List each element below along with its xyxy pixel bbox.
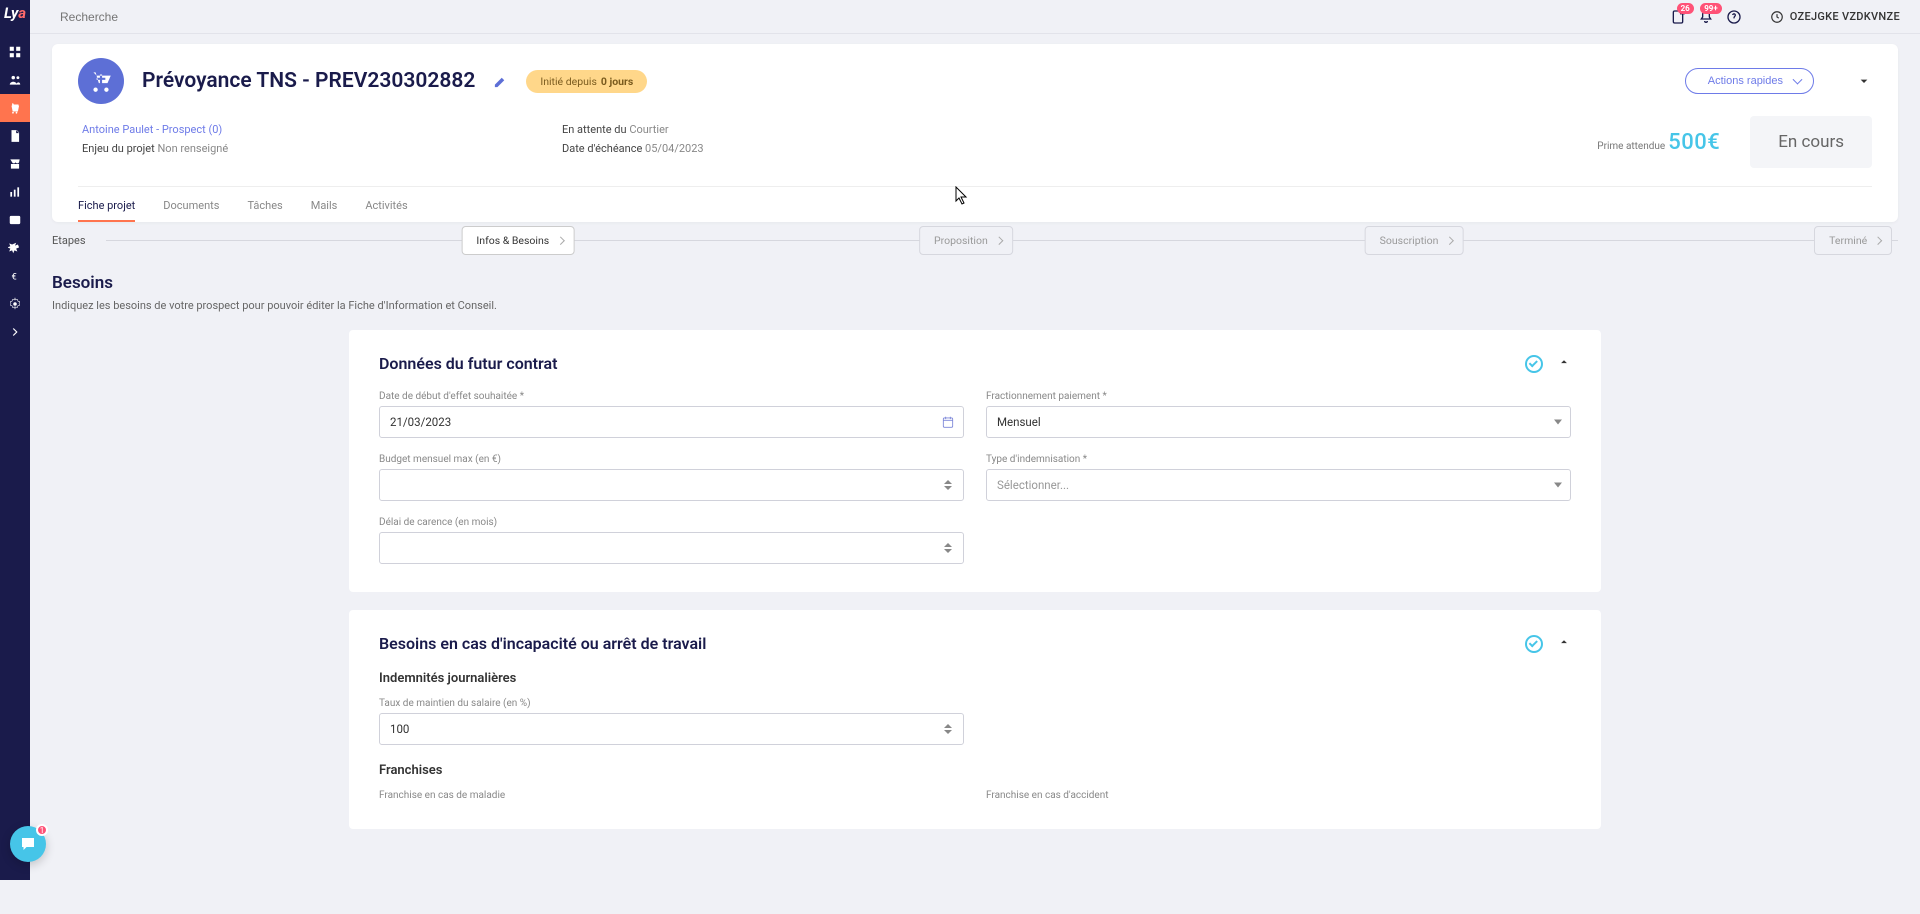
nav-settings[interactable] (0, 290, 30, 318)
taux-label: Taux de maintien du salaire (en %) (379, 698, 964, 709)
initiated-pill: Initié depuis 0 jours (526, 70, 647, 93)
nav-tools[interactable] (0, 234, 30, 262)
nav-store[interactable] (0, 150, 30, 178)
check-circle-icon (1525, 355, 1543, 373)
nav-documents[interactable] (0, 122, 30, 150)
chevron-down-icon (1554, 420, 1562, 425)
chevron-up-icon[interactable] (1557, 355, 1571, 372)
enjeu-label: Enjeu du projet (82, 142, 155, 155)
bell-icon[interactable]: 99+ (1698, 9, 1714, 25)
fr-maladie-label: Franchise en cas de maladie (379, 790, 964, 801)
step-termine[interactable]: Terminé (1814, 226, 1892, 255)
fraction-select[interactable]: Mensuel (986, 406, 1571, 438)
fr-accident-label: Franchise en cas d'accident (986, 790, 1571, 801)
carence-label: Délai de carence (en mois) (379, 517, 964, 528)
nav-dashboard[interactable] (0, 38, 30, 66)
tab-mails[interactable]: Mails (311, 193, 338, 222)
project-header-card: Prévoyance TNS - PREV230302882 Initié de… (52, 44, 1898, 222)
tab-documents[interactable]: Documents (163, 193, 219, 222)
project-tabs: Fiche projet Documents Tâches Mails Acti… (78, 186, 1872, 222)
step-proposition[interactable]: Proposition (919, 226, 1013, 255)
echeance-value: 05/04/2023 (645, 142, 704, 155)
card-besoins-incapacite: Besoins en cas d'incapacité ou arrêt de … (349, 610, 1601, 829)
number-stepper-icon[interactable] (941, 476, 955, 494)
project-avatar-cart-icon (78, 58, 124, 104)
budget-label: Budget mensuel max (en €) (379, 454, 964, 465)
number-stepper-icon[interactable] (941, 539, 955, 557)
attente-value: Courtier (629, 123, 668, 136)
svg-text:€: € (12, 272, 17, 283)
date-input[interactable]: 21/03/2023 (379, 406, 964, 438)
echeance-label: Date d'échéance (562, 142, 642, 155)
chevron-down-icon (1554, 483, 1562, 488)
date-label: Date de début d'effet souhaitée * (379, 391, 964, 402)
logo[interactable]: Lya (4, 0, 26, 30)
main-content: Prévoyance TNS - PREV230302882 Initié de… (30, 34, 1920, 880)
enjeu-value: Non renseigné (157, 142, 228, 155)
section-title: Besoins (52, 273, 1898, 293)
project-title: Prévoyance TNS - PREV230302882 (142, 69, 475, 93)
check-circle-icon (1525, 635, 1543, 653)
nav-finance[interactable]: € (0, 262, 30, 290)
user-menu[interactable]: OZEJGKE VZDKVNZE (1770, 10, 1900, 24)
card-donnees-contrat: Données du futur contrat Date de début d… (349, 330, 1601, 592)
notes-icon[interactable]: 26 (1670, 9, 1686, 25)
tab-activites[interactable]: Activités (365, 193, 407, 222)
nav-projects[interactable] (0, 94, 30, 122)
section-subtitle: Indiquez les besoins de votre prospect p… (52, 299, 1898, 312)
number-stepper-icon[interactable] (941, 720, 955, 738)
stepper-label: Etapes (52, 234, 86, 247)
nav-expand[interactable] (0, 318, 30, 346)
indemn-label: Type d'indemnisation * (986, 454, 1571, 465)
nav-contacts[interactable] (0, 66, 30, 94)
status-badge: En cours (1750, 116, 1872, 168)
search-input[interactable] (60, 10, 360, 24)
prime-label: Prime attendue (1597, 141, 1665, 152)
topbar: 26 99+ OZEJGKE VZDKVNZE (30, 0, 1920, 34)
notes-badge: 26 (1677, 3, 1694, 14)
client-link[interactable]: Antoine Paulet - Prospect (0) (82, 123, 222, 136)
card2-sub1: Indemnités journalières (379, 671, 1571, 686)
nav-messages[interactable] (0, 206, 30, 234)
taux-input[interactable]: 100 (379, 713, 964, 745)
bell-badge: 99+ (1700, 3, 1722, 14)
prime-value: 500€ (1668, 130, 1720, 155)
step-infos-besoins[interactable]: Infos & Besoins (461, 226, 574, 255)
chevron-down-icon[interactable] (1856, 73, 1872, 89)
card2-title: Besoins en cas d'incapacité ou arrêt de … (379, 634, 1525, 653)
indemn-select[interactable]: Sélectionner... (986, 469, 1571, 501)
section-heading: Besoins Indiquez les besoins de votre pr… (52, 273, 1898, 312)
stage-stepper: Etapes Infos & Besoins Proposition Sousc… (52, 222, 1898, 259)
fraction-label: Fractionnement paiement * (986, 391, 1571, 402)
card2-sub2: Franchises (379, 763, 1571, 778)
step-souscription[interactable]: Souscription (1365, 226, 1464, 255)
nav-reports[interactable] (0, 178, 30, 206)
carence-input[interactable] (379, 532, 964, 564)
quick-actions-button[interactable]: Actions rapides (1685, 68, 1814, 94)
card1-title: Données du futur contrat (379, 354, 1525, 373)
chat-bubble[interactable]: 1 (10, 826, 46, 862)
budget-input[interactable] (379, 469, 964, 501)
help-icon[interactable] (1726, 9, 1742, 25)
chat-badge: 1 (36, 824, 48, 836)
tab-taches[interactable]: Tâches (247, 193, 282, 222)
edit-icon[interactable] (493, 74, 508, 89)
calendar-icon[interactable] (941, 415, 955, 429)
sidebar: Lya € (0, 0, 30, 880)
tab-fiche-projet[interactable]: Fiche projet (78, 193, 135, 222)
user-name-label: OZEJGKE VZDKVNZE (1790, 10, 1900, 23)
chevron-up-icon[interactable] (1557, 635, 1571, 652)
attente-label: En attente du (562, 123, 627, 136)
